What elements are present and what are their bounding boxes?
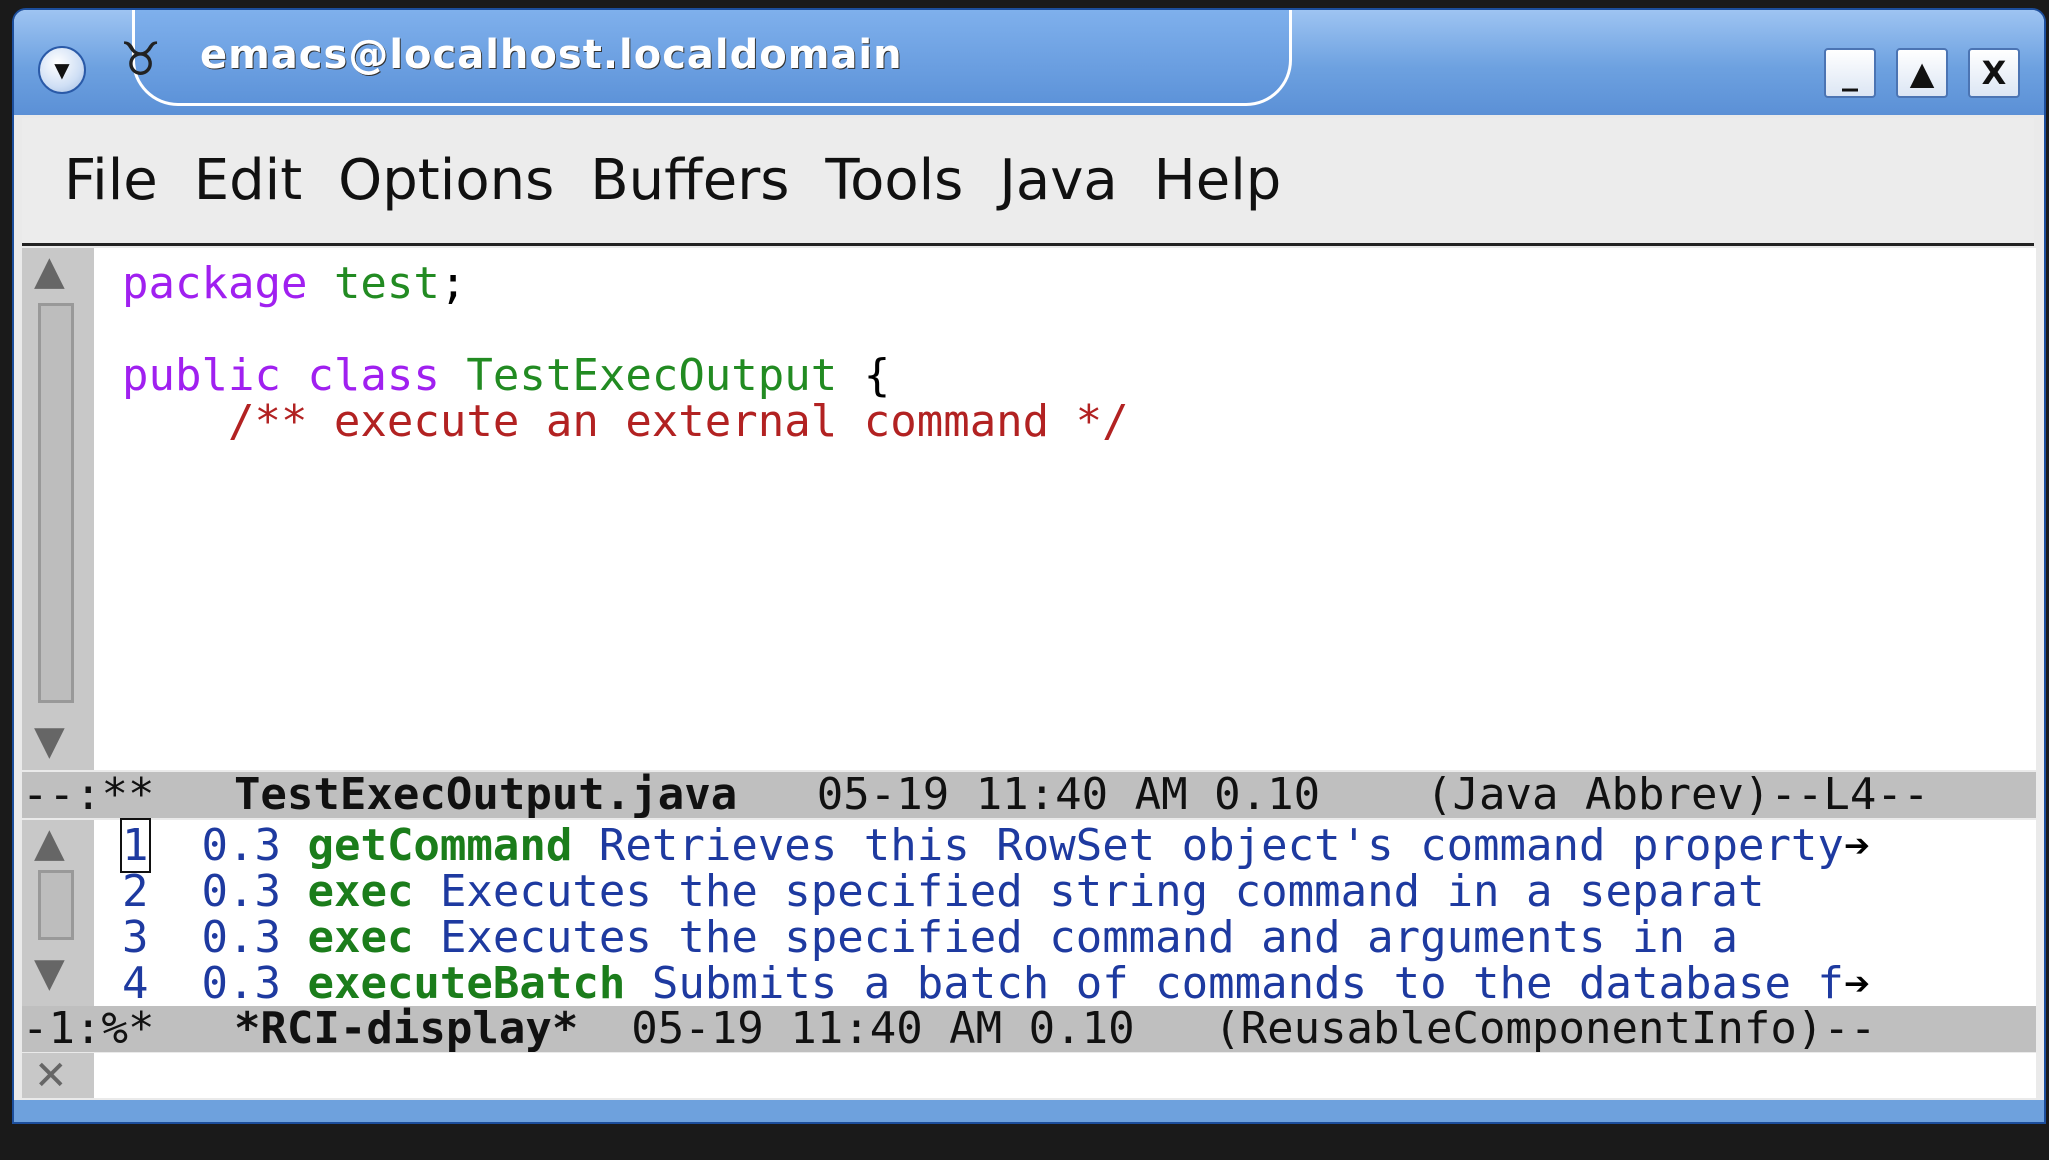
class-name: TestExecOutput	[466, 350, 838, 401]
completion-desc: Submits a batch of commands to the datab…	[651, 958, 1844, 1009]
close-button[interactable]: X	[1968, 48, 2020, 98]
mode-line-top: --:** TestExecOutput.java 05-19 11:40 AM…	[22, 772, 2036, 818]
completion-score: 0.3	[201, 912, 281, 963]
scroll-stub-icon: ✕	[34, 1053, 68, 1099]
code-line-1: package test;	[122, 258, 466, 309]
menu-java[interactable]: Java	[999, 148, 1117, 213]
completion-number: 4	[122, 958, 149, 1009]
completion-score: 0.3	[201, 820, 281, 871]
emacs-window: ▼ ♉ emacs@localhost.localdomain _ ▲ X Fi…	[12, 8, 2046, 1124]
window-title: emacs@localhost.localdomain	[200, 32, 903, 78]
completion-desc: Executes the specified command and argum…	[439, 912, 1738, 963]
editor-pane[interactable]: package test; public class TestExecOutpu…	[94, 248, 2036, 770]
menu-edit[interactable]: Edit	[194, 148, 302, 213]
completion-pane[interactable]: 1 0.3 getCommand Retrieves this RowSet o…	[94, 818, 2036, 1009]
scroll-thumb[interactable]	[38, 870, 74, 940]
window-menu-button[interactable]: ▼	[38, 46, 86, 94]
continuation-arrow-icon: ➔	[1843, 820, 1871, 871]
menu-buffers[interactable]: Buffers	[590, 148, 789, 213]
menu-options[interactable]: Options	[338, 148, 554, 213]
mode-line-mode[interactable]: (ReusableComponentInfo)--	[1214, 1006, 1876, 1052]
completion-row[interactable]: 3 0.3 exec Executes the specified comman…	[122, 912, 1738, 963]
punct-semicolon: ;	[439, 258, 467, 309]
completion-method: getCommand	[307, 820, 573, 871]
minibuffer-scrollbar: ✕	[22, 1053, 94, 1099]
completion-method: exec	[307, 912, 414, 963]
completion-row[interactable]: 4 0.3 executeBatch Submits a batch of co…	[122, 958, 1870, 1009]
maximize-button[interactable]: ▲	[1896, 48, 1948, 98]
mode-line-status: -1:%*	[22, 1006, 155, 1052]
mode-line-status: --:**	[22, 772, 155, 818]
completion-number: 1	[120, 818, 151, 873]
completion-row[interactable]: 1 0.3 getCommand Retrieves this RowSet o…	[120, 818, 1871, 873]
title-bar[interactable]: ▼ ♉ emacs@localhost.localdomain _ ▲ X	[14, 10, 2044, 115]
completion-desc: Executes the specified string command in…	[439, 866, 1765, 917]
completion-number: 3	[122, 912, 149, 963]
keyword-public-class: public class	[122, 350, 440, 401]
mode-line-bottom: -1:%* *RCI-display* 05-19 11:40 AM 0.10 …	[22, 1006, 2036, 1052]
completion-method: executeBatch	[307, 958, 626, 1009]
completion-score: 0.3	[201, 958, 281, 1009]
punct-brace: {	[863, 350, 891, 401]
mode-line-info: 05-19 11:40 AM 0.10	[631, 1006, 1135, 1052]
completion-desc: Retrieves this RowSet object's command p…	[598, 820, 1844, 871]
editor-scrollbar[interactable]: ▲ ▼	[22, 248, 94, 770]
scroll-up-arrow-icon[interactable]: ▲	[34, 248, 65, 294]
scroll-up-arrow-icon[interactable]: ▲	[34, 820, 65, 866]
code-comment: /** execute an external command */	[122, 396, 1129, 447]
completion-method: exec	[307, 866, 414, 917]
code-line-3: public class TestExecOutput {	[122, 350, 890, 401]
continuation-arrow-icon: ➔	[1843, 958, 1871, 1009]
completion-scrollbar[interactable]: ▲ ▼	[22, 820, 94, 1006]
window-bottom-frame	[14, 1100, 2044, 1122]
scroll-thumb[interactable]	[38, 303, 74, 703]
menu-help[interactable]: Help	[1154, 148, 1282, 213]
mode-line-info: 05-19 11:40 AM 0.10	[816, 772, 1321, 818]
gnu-emacs-icon: ♉	[120, 32, 162, 86]
minimize-button[interactable]: _	[1824, 48, 1876, 98]
mode-line-buffer-name[interactable]: *RCI-display*	[234, 1006, 578, 1052]
mode-line-buffer-name[interactable]: TestExecOutput.java	[234, 772, 737, 818]
keyword-package: package	[122, 258, 308, 309]
scroll-down-arrow-icon[interactable]: ▼	[34, 950, 65, 996]
menu-file[interactable]: File	[64, 148, 158, 213]
mode-line-mode[interactable]: (Java Abbrev)--L4--	[1426, 772, 1929, 818]
scroll-down-arrow-icon[interactable]: ▼	[34, 718, 65, 764]
menu-bar: File Edit Options Buffers Tools Java Hel…	[22, 118, 2034, 246]
menu-tools[interactable]: Tools	[825, 148, 963, 213]
completion-row[interactable]: 2 0.3 exec Executes the specified string…	[122, 866, 1764, 917]
minibuffer[interactable]	[94, 1053, 2036, 1098]
completion-number: 2	[122, 866, 149, 917]
package-name: test	[333, 258, 440, 309]
completion-score: 0.3	[201, 866, 281, 917]
